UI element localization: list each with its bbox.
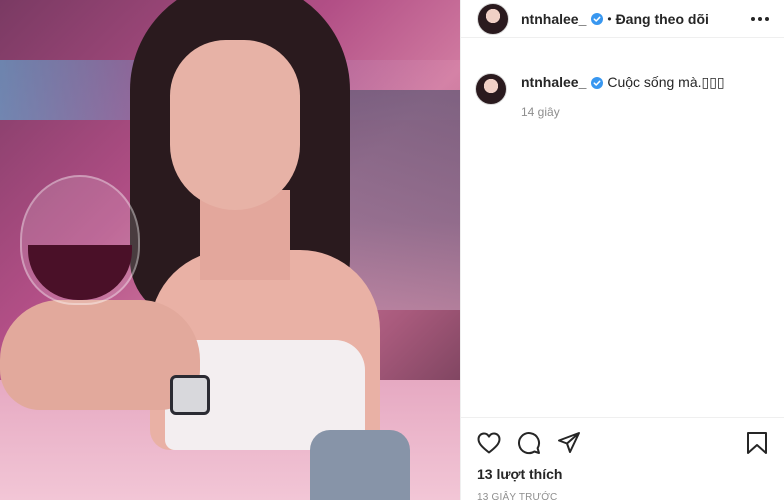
verified-badge-icon (591, 77, 604, 90)
verified-badge-icon (591, 12, 604, 25)
bookmark-icon[interactable] (745, 431, 769, 455)
subject-jeans (310, 430, 410, 500)
caption-timestamp[interactable]: 14 giây (521, 103, 725, 121)
subject-face (170, 40, 300, 210)
share-icon[interactable] (557, 431, 581, 455)
post-timestamp[interactable]: 13 GIÂY TRƯỚC (477, 492, 769, 500)
more-options-icon[interactable] (748, 7, 772, 31)
post-side-panel: ntnhalee_ • Đang theo dõi ntnhalee_ Cuộc… (460, 0, 784, 500)
post-actions: 13 lượt thích 13 GIÂY TRƯỚC (461, 417, 784, 500)
heart-icon[interactable] (477, 431, 501, 455)
post-header: ntnhalee_ • Đang theo dõi (461, 0, 784, 38)
caption-text: Cuộc sống mà.▯▯▯ (607, 74, 725, 90)
author-username[interactable]: ntnhalee_ (521, 11, 586, 27)
caption-body: ntnhalee_ Cuộc sống mà.▯▯▯ 14 giây (521, 73, 725, 121)
caption-row: ntnhalee_ Cuộc sống mà.▯▯▯ 14 giây (461, 53, 784, 121)
caption-author-avatar[interactable] (475, 73, 507, 105)
action-icons-row (477, 430, 769, 456)
wrist-watch (170, 375, 210, 415)
comments-area: ntnhalee_ Cuộc sống mà.▯▯▯ 14 giây (461, 53, 784, 418)
comment-icon[interactable] (517, 431, 541, 455)
follow-status-button[interactable]: Đang theo dõi (616, 11, 709, 27)
caption-username[interactable]: ntnhalee_ (521, 74, 586, 90)
separator-dot: • (607, 11, 612, 26)
author-avatar[interactable] (477, 2, 509, 35)
post-photo[interactable] (0, 0, 460, 500)
likes-count[interactable]: 13 lượt thích (477, 466, 769, 482)
